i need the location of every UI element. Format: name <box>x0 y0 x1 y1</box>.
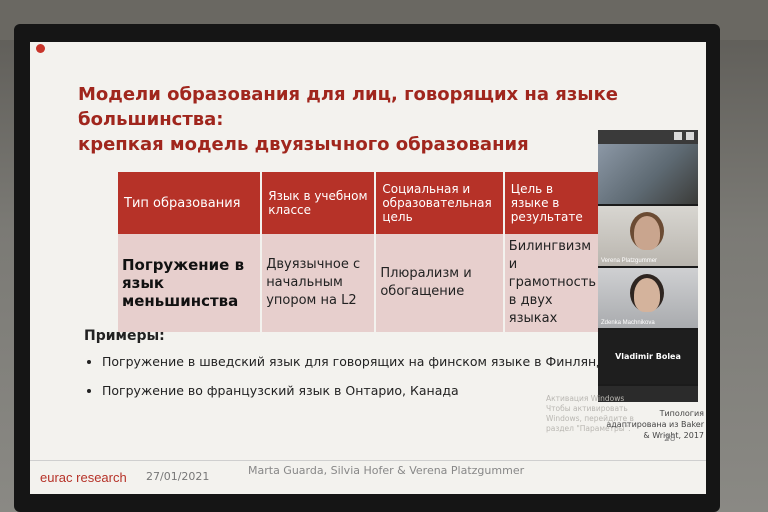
footer-date: 27/01/2021 <box>146 470 210 483</box>
participant-name: Vladimir Bolea <box>615 352 681 361</box>
participant-tile[interactable]: Zdenka Machnikova <box>598 268 698 330</box>
video-panel-toolbar[interactable] <box>598 130 698 144</box>
participant-name: Verena Platzgummer <box>601 258 658 264</box>
table-cell: Билингвизм и грамотность в двух языках <box>503 234 603 332</box>
participant-tile-room[interactable] <box>598 144 698 206</box>
minimize-icon[interactable] <box>686 132 694 140</box>
list-item: Погружение в шведский язык для говорящих… <box>102 354 621 369</box>
participant-name: Zdenka Machnikova <box>601 320 655 326</box>
slide-title: Модели образования для лиц, говорящих на… <box>78 82 668 157</box>
slide-title-line1: Модели образования для лиц, говорящих на… <box>78 84 618 130</box>
education-model-table: Тип образования Язык в учебном классе Со… <box>118 172 603 332</box>
table-header-row: Тип образования Язык в учебном классе Со… <box>118 172 603 234</box>
brand-logo: eurac research <box>40 470 127 485</box>
footer-authors: Marta Guarda, Silvia Hofer & Verena Plat… <box>248 464 525 477</box>
slide-title-line2: крепкая модель двуязычного образования <box>78 134 529 155</box>
table-row: Погружение в язык меньшинства Двуязычное… <box>118 234 603 332</box>
table-cell: Погружение в язык меньшинства <box>118 234 263 332</box>
list-item: Погружение во французский язык в Онтарио… <box>102 383 621 398</box>
participant-face <box>634 278 660 312</box>
table-header: Цель в языке в результате <box>503 172 603 234</box>
participant-tile[interactable]: Vladimir Bolea <box>598 330 698 386</box>
table-cell: Плюрализм и обогащение <box>375 234 505 332</box>
participant-tile[interactable]: Verena Platzgummer <box>598 206 698 268</box>
footer-divider <box>30 460 706 461</box>
participant-face <box>634 216 660 250</box>
table-cell: Двуязычное с начальным упором на L2 <box>261 234 377 332</box>
examples-list: Погружение в шведский язык для говорящих… <box>84 354 621 412</box>
video-call-panel[interactable]: Verena Platzgummer Zdenka Machnikova Vla… <box>598 130 698 402</box>
table-header: Тип образования <box>118 172 263 234</box>
gallery-view-icon[interactable] <box>674 132 682 140</box>
recording-icon <box>36 44 45 53</box>
page-number: 28 <box>664 434 676 444</box>
examples-heading: Примеры: <box>84 328 165 344</box>
table-header: Язык в учебном классе <box>261 172 377 234</box>
presentation-screen: Модели образования для лиц, говорящих на… <box>30 42 706 494</box>
source-note: Типология адаптирована из Baker & Wright… <box>606 409 704 440</box>
table-header: Социальная и образовательная цель <box>375 172 505 234</box>
